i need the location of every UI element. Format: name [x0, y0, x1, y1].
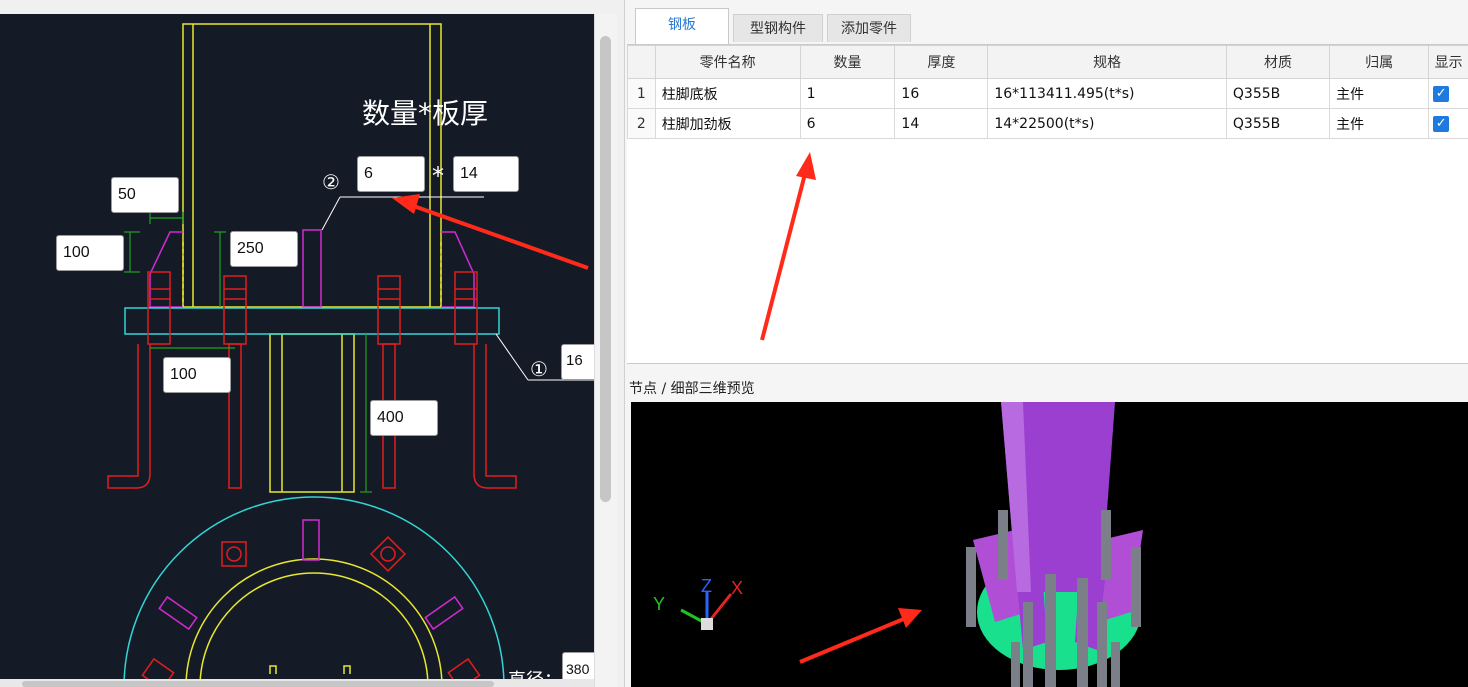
- row-index: 2: [627, 108, 656, 139]
- cad-vertical-scrollbar[interactable]: [594, 14, 617, 687]
- table-header-row: 零件名称 数量 厚度 规格 材质 归属 显示: [627, 45, 1468, 79]
- cell-owner[interactable]: 主件: [1329, 78, 1430, 109]
- header-display[interactable]: 显示: [1428, 45, 1468, 79]
- header-quantity[interactable]: 数量: [799, 45, 896, 79]
- cell-display: ✓: [1428, 108, 1468, 139]
- preview-title: 节点 / 细部三维预览: [629, 381, 755, 397]
- dim-stiffener-height-input[interactable]: 250: [230, 231, 298, 267]
- cell-thickness[interactable]: 16: [894, 78, 989, 109]
- header-spec[interactable]: 规格: [987, 45, 1227, 79]
- cad-drawing-canvas[interactable]: 数量*板厚 ② 6 * 14 50 100 250 100 400 ① 16 直…: [0, 14, 594, 687]
- table-row[interactable]: 2 柱脚加劲板 6 14 14*22500(t*s) Q355B 主件 ✓: [627, 108, 1468, 139]
- cell-thickness[interactable]: 14: [894, 108, 989, 139]
- tab-section-steel[interactable]: 型钢构件: [733, 14, 823, 42]
- tab-steel-plate[interactable]: 钢板: [635, 8, 729, 44]
- cad-horizontal-scroll-thumb[interactable]: [22, 681, 494, 687]
- axis-z-label: Z: [701, 576, 712, 596]
- cell-material[interactable]: Q355B: [1225, 108, 1331, 139]
- annotation-title: 数量*板厚: [362, 97, 489, 130]
- row-index: 1: [627, 78, 656, 109]
- callout-2: ②: [322, 170, 340, 194]
- cell-quantity[interactable]: 6: [799, 108, 896, 139]
- cell-display: ✓: [1428, 78, 1468, 109]
- cell-spec[interactable]: 16*113411.495(t*s): [987, 78, 1227, 109]
- right-panel: 钢板 型钢构件 添加零件 零件名称 数量 厚度 规格 材质 归属 显示 1 柱脚…: [624, 0, 1468, 687]
- cell-part-name[interactable]: 柱脚底板: [654, 78, 801, 109]
- dim-left-height-input[interactable]: 100: [56, 235, 124, 271]
- header-owner[interactable]: 归属: [1329, 45, 1430, 79]
- cad-horizontal-scrollbar[interactable]: [0, 679, 594, 687]
- header-thickness[interactable]: 厚度: [894, 45, 989, 79]
- dim-bolt-spacing-input[interactable]: 100: [163, 357, 231, 393]
- display-checkbox[interactable]: ✓: [1433, 115, 1450, 132]
- multiply-sign: *: [432, 162, 444, 190]
- cell-spec[interactable]: 14*22500(t*s): [987, 108, 1227, 139]
- 3d-model-render: X Y Z: [653, 402, 1143, 687]
- tab-add-part[interactable]: 添加零件: [827, 14, 911, 42]
- dim-top-offset-input[interactable]: 50: [111, 177, 179, 213]
- cell-part-name[interactable]: 柱脚加劲板: [654, 108, 801, 139]
- header-material[interactable]: 材质: [1225, 45, 1331, 79]
- cell-material[interactable]: Q355B: [1225, 78, 1331, 109]
- parts-grid: 零件名称 数量 厚度 规格 材质 归属 显示 1 柱脚底板 1 16 16*11…: [627, 45, 1468, 139]
- axis-x-label: X: [731, 578, 743, 598]
- 3d-preview-viewport[interactable]: X Y Z: [631, 402, 1468, 687]
- base-thickness-input[interactable]: 16: [561, 344, 594, 380]
- header-rownum: [627, 45, 656, 79]
- dim-anchor-length-input[interactable]: 400: [370, 400, 438, 436]
- display-checkbox[interactable]: ✓: [1433, 85, 1450, 102]
- axis-y-label: Y: [653, 594, 665, 614]
- table-row[interactable]: 1 柱脚底板 1 16 16*113411.495(t*s) Q355B 主件 …: [627, 78, 1468, 109]
- stiffener-thickness-input[interactable]: 14: [453, 156, 519, 192]
- stiffener-count-input[interactable]: 6: [357, 156, 425, 192]
- cell-owner[interactable]: 主件: [1329, 108, 1430, 139]
- cell-quantity[interactable]: 1: [799, 78, 896, 109]
- parts-table: 零件名称 数量 厚度 规格 材质 归属 显示 1 柱脚底板 1 16 16*11…: [627, 44, 1468, 364]
- callout-1: ①: [530, 357, 548, 381]
- cad-drawing: [107, 23, 594, 687]
- header-part-name[interactable]: 零件名称: [654, 45, 801, 79]
- cad-vertical-scroll-thumb[interactable]: [600, 36, 611, 502]
